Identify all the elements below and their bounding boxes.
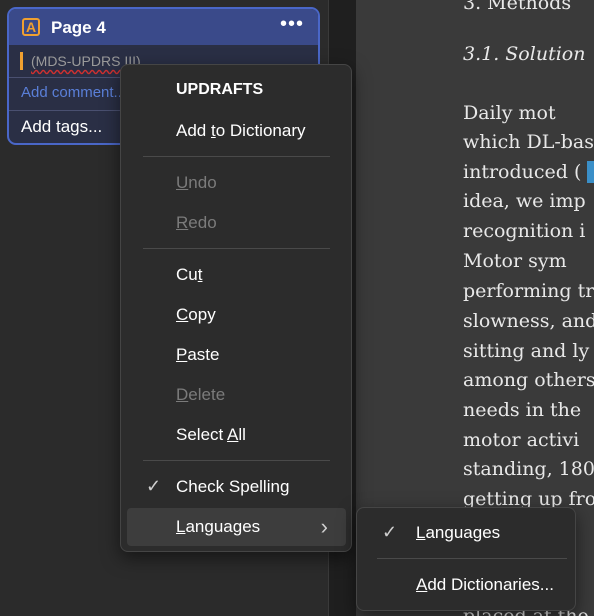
languages-item[interactable]: Languages › — [127, 508, 346, 546]
check-spelling-label: Check Spelling — [176, 477, 290, 496]
add-to-dictionary-item[interactable]: Add to Dictionary — [127, 112, 346, 150]
doc-text-line: which DL-bas — [463, 131, 594, 153]
spelling-suggestion-item[interactable]: UPDRAFTS — [127, 72, 346, 110]
delete-item: Delete — [127, 376, 346, 414]
context-menu: UPDRAFTS Add to Dictionary Undo Redo Cut… — [120, 64, 352, 552]
paste-item[interactable]: Paste — [127, 336, 346, 374]
doc-text-line: standing, 180 — [463, 458, 594, 480]
copy-item[interactable]: Copy — [127, 296, 346, 334]
undo-item: Undo — [127, 164, 346, 202]
doc-text-line: sitting and ly — [463, 340, 590, 362]
doc-text-line: recognition i — [463, 220, 586, 242]
delete-label: Delete — [176, 385, 226, 404]
doc-text-line: Daily mot — [463, 102, 556, 124]
copy-label: Copy — [176, 305, 216, 324]
doc-text-line: introduced ( Vi — [463, 161, 594, 183]
doc-text-fragment: introduced ( — [463, 161, 588, 183]
add-comment-field[interactable]: Add comment... — [21, 84, 126, 101]
doc-text-line: needs in the — [463, 399, 582, 421]
menu-separator — [143, 460, 330, 461]
submenu-languages-label: Languages — [416, 523, 501, 542]
annotation-page-title: Page 4 — [51, 18, 106, 37]
doc-text-line: among others — [463, 369, 594, 391]
menu-separator — [377, 558, 567, 559]
doc-text-line: Motor sym — [463, 250, 567, 272]
menu-separator — [143, 156, 330, 157]
add-tags-button[interactable]: Add tags... — [21, 117, 102, 137]
citation-highlight[interactable]: Vi — [587, 161, 594, 183]
undo-label: Undo — [176, 173, 217, 192]
doc-text-line: idea, we imp — [463, 190, 586, 212]
doc-subsection-heading: 3.1. Solution — [463, 43, 586, 65]
languages-label: Languages — [176, 517, 261, 536]
chevron-right-icon: › — [320, 514, 328, 539]
annotation-type-icon: A — [22, 18, 40, 36]
cut-label: Cut — [176, 265, 203, 284]
checkmark-icon: ✓ — [146, 476, 162, 496]
select-all-item[interactable]: Select All — [127, 416, 346, 454]
menu-separator — [143, 248, 330, 249]
doc-text-line: motor activi — [463, 429, 580, 451]
submenu-languages-item[interactable]: ✓ Languages — [363, 514, 569, 552]
cut-item[interactable]: Cut — [127, 256, 346, 294]
quote-color-bar — [20, 52, 23, 70]
checkmark-icon: ✓ — [382, 522, 398, 542]
redo-item: Redo — [127, 204, 346, 242]
add-to-dictionary-label: Add to Dictionary — [176, 121, 306, 140]
more-options-icon[interactable]: ••• — [280, 13, 304, 36]
select-all-label: Select All — [176, 425, 246, 444]
check-spelling-item[interactable]: ✓ Check Spelling — [127, 468, 346, 506]
add-dictionaries-label: Add Dictionaries... — [416, 575, 554, 594]
doc-text-line: performing tr — [463, 280, 594, 302]
redo-label: Redo — [176, 213, 217, 232]
paste-label: Paste — [176, 345, 220, 364]
doc-text-line: slowness, and — [463, 310, 594, 332]
add-dictionaries-item[interactable]: Add Dictionaries... — [363, 566, 569, 604]
languages-submenu: ✓ Languages Add Dictionaries... — [356, 507, 576, 611]
spelling-suggestion-label: UPDRAFTS — [176, 81, 264, 98]
doc-section-heading: 3. Methods — [463, 0, 572, 14]
annotation-card-header: A Page 4 ••• — [9, 9, 318, 45]
